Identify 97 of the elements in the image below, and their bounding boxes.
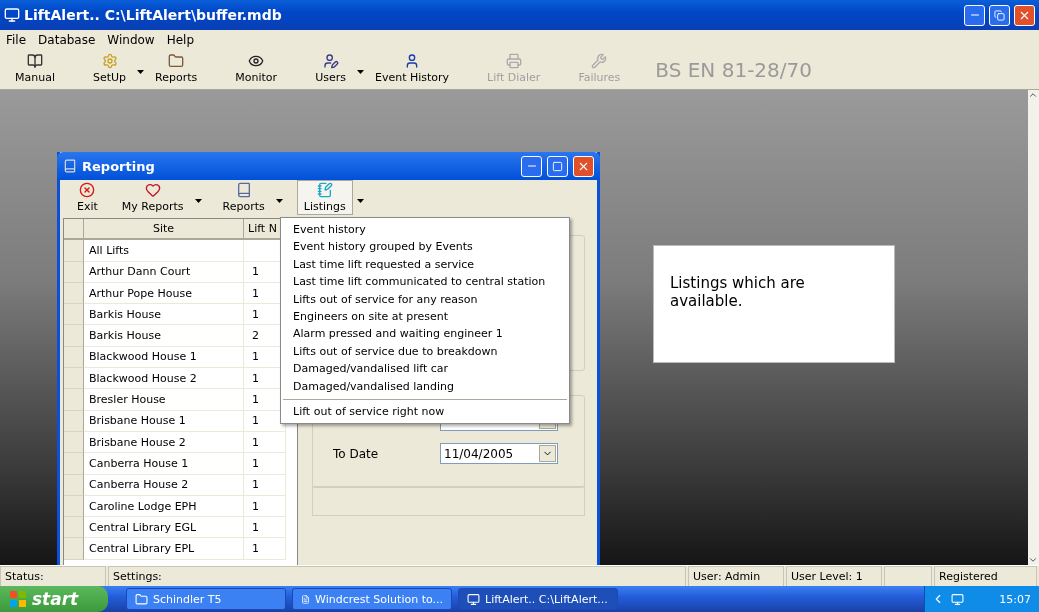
menu-item[interactable]: Event history grouped by Events	[281, 238, 569, 256]
table-cell: Brisbane House 1	[84, 410, 244, 432]
row-selector[interactable]	[64, 325, 84, 347]
table-cell: Barkis House	[84, 304, 244, 326]
row-selector[interactable]	[64, 368, 84, 390]
table-cell: 1	[244, 453, 286, 475]
row-selector[interactable]	[64, 495, 84, 518]
toolbar-button[interactable]: Reports	[148, 51, 205, 86]
folder-icon	[135, 592, 148, 606]
printer-icon	[505, 53, 522, 69]
monitor-icon	[467, 592, 480, 606]
maximize-button[interactable]	[547, 155, 568, 177]
wrench-icon	[591, 53, 608, 69]
header-corner	[64, 219, 84, 241]
table-cell: Central Library EPL	[84, 538, 244, 560]
row-selector[interactable]	[64, 474, 84, 496]
caret-icon	[275, 199, 283, 203]
caret-icon	[356, 70, 364, 74]
close-button[interactable]	[573, 155, 594, 177]
row-selector[interactable]	[64, 453, 84, 475]
menu-item[interactable]: Database	[38, 32, 96, 47]
row-selector[interactable]	[64, 346, 84, 369]
table-cell: Caroline Lodge EPH	[84, 495, 244, 518]
table-cell: All Lifts	[84, 240, 244, 262]
table-cell: Bresler House	[84, 389, 244, 411]
row-selector[interactable]	[64, 261, 84, 283]
window-title: Reporting	[82, 158, 156, 174]
person-icon	[404, 53, 420, 69]
table-cell: Barkis House	[84, 325, 244, 347]
minimize-button[interactable]	[964, 4, 985, 26]
table-cell: Canberra House 1	[84, 453, 244, 475]
notepad-icon	[316, 182, 333, 198]
book-icon	[27, 53, 43, 69]
toolbar-button[interactable]: Users	[308, 51, 353, 86]
caret-icon	[356, 199, 364, 203]
table-cell: Canberra House 2	[84, 474, 244, 496]
table-cell: Central Library EGL	[84, 517, 244, 539]
toolbar-button[interactable]: Reports	[215, 180, 272, 215]
maximize-icon	[552, 160, 563, 172]
row-selector[interactable]	[64, 240, 84, 262]
toolbar-button[interactable]: Event History	[367, 51, 457, 86]
row-selector[interactable]	[64, 431, 84, 454]
window-title: LiftAlert.. C:\LiftAlert\buffer.mdb	[24, 7, 283, 23]
row-selector[interactable]	[64, 538, 84, 560]
row-selector[interactable]	[64, 389, 84, 411]
eye-icon	[248, 53, 265, 69]
row-selector[interactable]	[64, 282, 84, 305]
table-cell: Arthur Pope House	[84, 282, 244, 305]
exit-icon	[79, 182, 96, 198]
heart-icon	[144, 182, 161, 198]
table-cell: Brisbane House 2	[84, 431, 244, 454]
close-button[interactable]	[1014, 4, 1035, 26]
minimize-button[interactable]	[521, 155, 542, 177]
scroll-down-icon	[1028, 555, 1038, 565]
row-selector[interactable]	[64, 410, 84, 432]
table-cell: 1	[244, 495, 286, 518]
restore-button[interactable]	[989, 4, 1010, 26]
table-cell: 1	[244, 431, 286, 454]
toolbar-button[interactable]: My Reports	[114, 180, 191, 215]
column-header[interactable]: Site	[84, 219, 244, 241]
standard-label: BS EN 81-28/70	[655, 58, 812, 82]
menu-item[interactable]: Window	[107, 32, 155, 47]
taskbar-button[interactable]: Schindler T5	[126, 588, 286, 610]
taskbar-button[interactable]: LiftAlert.. C:\LiftAlert...	[458, 588, 618, 610]
toolbar-button[interactable]: Monitor	[228, 51, 285, 86]
toolbar-button[interactable]: SetUp	[86, 51, 134, 86]
menu-item[interactable]: File	[6, 32, 27, 47]
table-cell: 1	[244, 474, 286, 496]
table-cell: 1	[244, 517, 286, 539]
windows-logo-icon	[10, 591, 26, 607]
field-label: To Date	[333, 446, 379, 461]
toolbar-button[interactable]: Exit	[70, 180, 105, 215]
book-icon	[235, 182, 252, 198]
taskbar-button[interactable]: Windcrest Solution to...	[292, 588, 452, 610]
row-selector[interactable]	[64, 517, 84, 539]
callout-text: Listings which are available.	[653, 245, 895, 363]
caret-icon	[137, 70, 145, 74]
toolbar-button[interactable]: Listings	[296, 180, 353, 215]
table-cell: Blackwood House 2	[84, 368, 244, 390]
restore-icon	[994, 9, 1005, 21]
user-pen-icon	[322, 53, 339, 69]
scrollbar[interactable]	[1028, 90, 1039, 565]
app-icon	[4, 7, 20, 23]
clock: 15:07	[999, 592, 1032, 606]
folder-icon	[168, 53, 185, 69]
gear-icon	[101, 53, 118, 69]
date-field[interactable]: 11/04/2005	[440, 443, 558, 464]
table-cell: Blackwood House 1	[84, 346, 244, 369]
document-icon	[301, 592, 311, 606]
scroll-up-icon	[1028, 90, 1038, 100]
book-icon	[63, 159, 77, 173]
toolbar-button[interactable]: Manual	[8, 51, 62, 86]
menu-item[interactable]: Help	[166, 32, 195, 47]
row-selector[interactable]	[64, 304, 84, 326]
table-cell: 1	[244, 538, 286, 560]
table-cell: Arthur Dann Court	[84, 261, 244, 283]
caret-icon	[194, 199, 202, 203]
